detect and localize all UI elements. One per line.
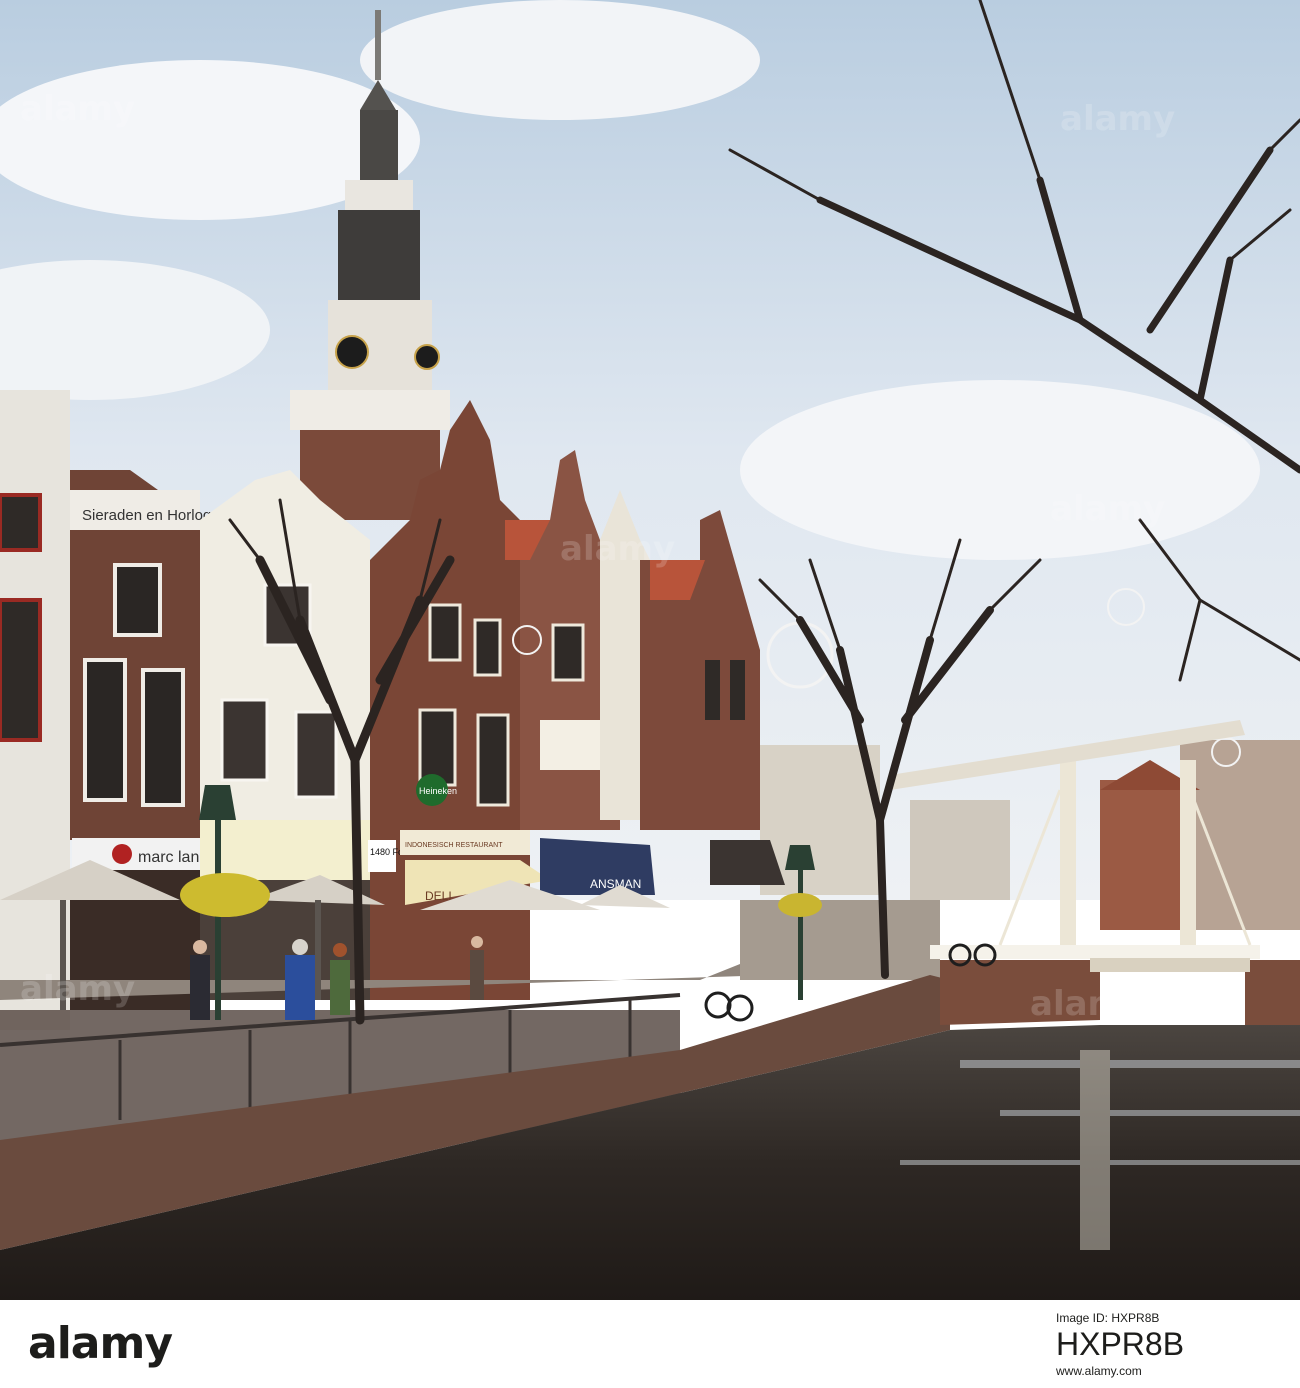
image-id: HXPR8B [1056, 1326, 1185, 1362]
flower-basket [180, 873, 270, 917]
clock-face [414, 344, 440, 370]
restaurant-sign: INDONESISCH RESTAURANT [405, 842, 503, 849]
cloud [360, 0, 760, 120]
svg-text:alamy: alamy [1060, 99, 1175, 139]
svg-text:alamy: alamy [20, 969, 135, 1009]
domain-link[interactable]: www.alamy.com [1056, 1364, 1142, 1378]
canal-scene: Sieraden en Horloges marc lange Heineken… [0, 0, 1300, 1300]
svg-text:alamy: alamy [1050, 489, 1165, 529]
flower-basket [778, 893, 822, 917]
svg-text:alamy: alamy [20, 89, 135, 129]
svg-text:alamy: alamy [1030, 984, 1145, 1024]
brand-logo[interactable]: alamy [0, 1300, 270, 1388]
clock-face [335, 335, 369, 369]
svg-text:Heineken: Heineken [419, 786, 457, 796]
image-id-label: Image ID: HXPR8B [1056, 1311, 1160, 1325]
brand-wordmark: alamy [28, 1318, 173, 1369]
building-left [0, 390, 70, 1030]
photo: Sieraden en Horloges marc lange Heineken… [0, 0, 1300, 1300]
canal-wall-right-far [1245, 960, 1300, 1030]
cloud [740, 380, 1260, 560]
svg-text:alamy: alamy [560, 529, 675, 569]
street-plaza [740, 900, 940, 980]
